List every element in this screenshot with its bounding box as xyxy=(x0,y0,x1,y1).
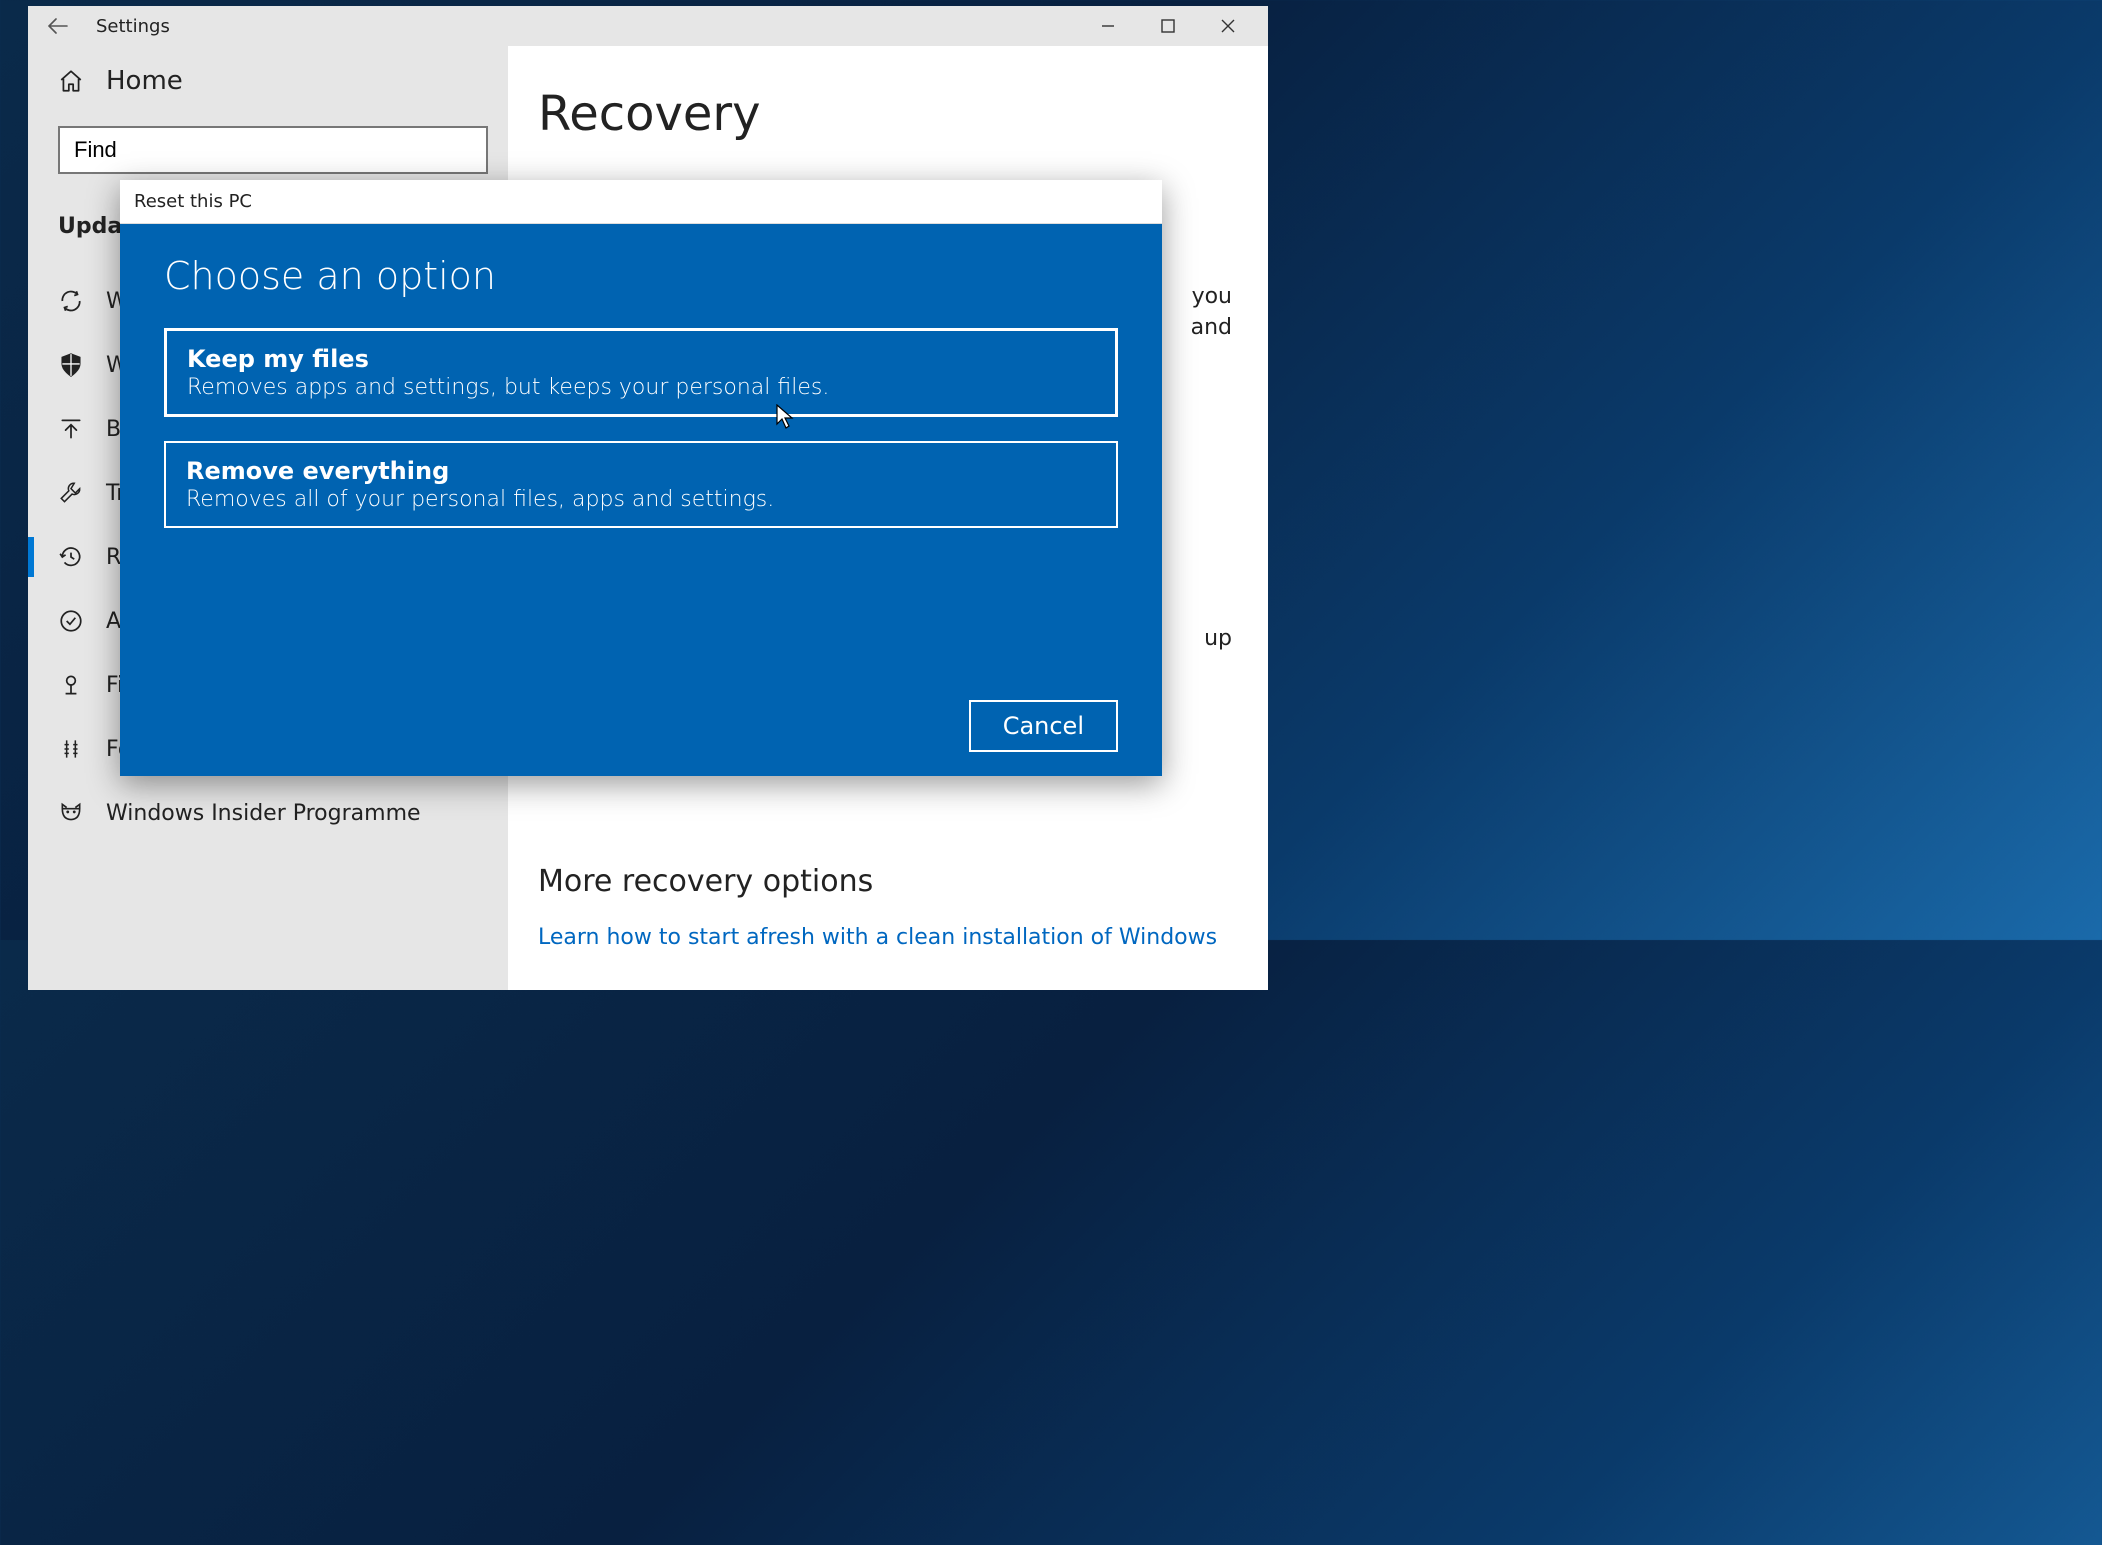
window-controls xyxy=(1078,6,1258,46)
option-description: Removes apps and settings, but keeps you… xyxy=(187,375,1095,400)
option-remove-everything[interactable]: Remove everything Removes all of your pe… xyxy=(164,441,1118,528)
sync-icon xyxy=(58,288,86,314)
close-button[interactable] xyxy=(1198,6,1258,46)
option-keep-my-files[interactable]: Keep my files Removes apps and settings,… xyxy=(164,328,1118,417)
sidebar-home-label: Home xyxy=(106,66,183,96)
minimize-button[interactable] xyxy=(1078,6,1138,46)
option-title: Remove everything xyxy=(186,457,1096,485)
close-icon xyxy=(1221,19,1235,33)
backup-icon xyxy=(58,416,86,442)
sidebar-home[interactable]: Home xyxy=(58,66,478,96)
sidebar-item-label: Windows Insider Programme xyxy=(106,801,421,826)
reset-pc-dialog: Reset this PC Choose an option Keep my f… xyxy=(120,180,1162,776)
wrench-icon xyxy=(58,480,86,506)
maximize-icon xyxy=(1161,19,1175,33)
minimize-icon xyxy=(1101,19,1115,33)
titlebar: Settings xyxy=(28,6,1268,46)
more-recovery-heading: More recovery options xyxy=(538,864,1238,899)
option-description: Removes all of your personal files, apps… xyxy=(186,487,1096,512)
clean-install-link[interactable]: Learn how to start afresh with a clean i… xyxy=(538,925,1238,950)
search-input[interactable] xyxy=(58,126,488,174)
back-button[interactable] xyxy=(38,6,78,46)
dialog-title: Reset this PC xyxy=(120,180,1162,224)
arrow-left-icon xyxy=(48,18,68,34)
developer-icon xyxy=(58,736,86,762)
home-icon xyxy=(58,68,86,94)
ninja-cat-icon xyxy=(58,800,86,826)
dialog-body: Choose an option Keep my files Removes a… xyxy=(120,224,1162,776)
maximize-button[interactable] xyxy=(1138,6,1198,46)
dialog-heading: Choose an option xyxy=(164,254,1118,298)
option-title: Keep my files xyxy=(187,345,1095,373)
history-icon xyxy=(58,544,86,570)
sidebar-item-insider[interactable]: Windows Insider Programme xyxy=(58,781,478,845)
window-title: Settings xyxy=(96,16,170,37)
page-title: Recovery xyxy=(538,86,1238,142)
check-circle-icon xyxy=(58,608,86,634)
cancel-button[interactable]: Cancel xyxy=(969,700,1118,752)
shield-icon xyxy=(58,352,86,378)
location-icon xyxy=(58,672,86,698)
